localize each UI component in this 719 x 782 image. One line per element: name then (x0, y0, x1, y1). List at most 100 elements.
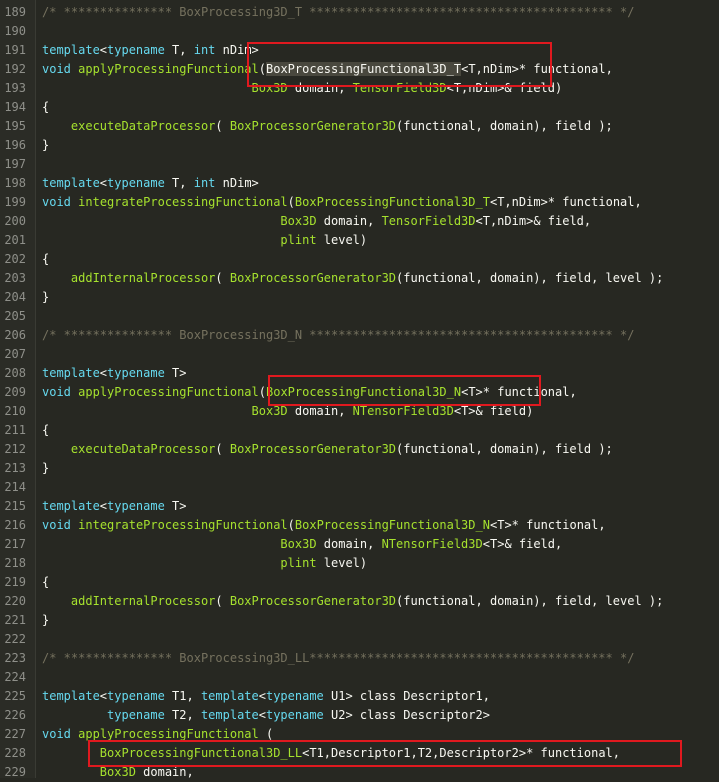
code-token: nDim (215, 176, 252, 190)
code-line: 198 template<typename T, int nDim> (0, 174, 719, 193)
code-editor[interactable]: 189 /* *************** BoxProcessing3D_T … (0, 0, 719, 779)
code-token: template (200, 689, 259, 703)
code-token: T2, (164, 708, 201, 722)
code-token: applyProcessingFunctional (78, 727, 259, 741)
code-token: < (258, 689, 266, 703)
code-text: Box3D domain, NTensorField3D<T>& field) (42, 402, 534, 421)
code-token: BoxProcessingFunctional3D_N (266, 385, 462, 399)
line-number: 221 (4, 613, 26, 627)
code-text: { (42, 98, 49, 117)
code-token: ( (258, 727, 274, 741)
code-token: T, (164, 43, 194, 57)
line-number: 224 (4, 670, 26, 684)
code-token: template (200, 708, 259, 722)
line-number: 225 (4, 689, 26, 703)
line-number: 214 (4, 480, 26, 494)
code-text: { (42, 573, 49, 592)
code-token: level) (316, 556, 368, 570)
code-text: executeDataProcessor( BoxProcessorGenera… (42, 117, 613, 136)
code-token: ( (215, 119, 230, 133)
code-token: addInternalProcessor (70, 271, 216, 285)
code-line: 191 template<typename T, int nDim> (0, 41, 719, 60)
code-token: T1,Descriptor1,T2,Descriptor2 (309, 746, 519, 760)
code-token: Box3D (280, 214, 317, 228)
code-token: > (504, 518, 512, 532)
code-line: 190 (0, 22, 719, 41)
code-token: { (42, 423, 50, 437)
code-text: BoxProcessingFunctional3D_LL<T1,Descript… (42, 744, 620, 763)
code-token: Box3D (280, 537, 317, 551)
code-token: (functional, domain), field ); (396, 442, 613, 456)
line-number: 226 (4, 708, 26, 722)
code-token: typename (107, 689, 165, 703)
code-token: & field) (504, 81, 563, 95)
line-number: 220 (4, 594, 26, 608)
code-text: executeDataProcessor( BoxProcessorGenera… (42, 440, 613, 459)
code-text: addInternalProcessor( BoxProcessorGenera… (42, 592, 663, 611)
code-token: applyProcessingFunctional (78, 62, 259, 76)
code-token: void (42, 385, 71, 399)
code-token: int (193, 176, 216, 190)
code-token: domain, (135, 765, 194, 779)
line-number: 189 (4, 5, 26, 19)
code-token: > (251, 43, 259, 57)
code-token: ( (287, 518, 295, 532)
line-number: 192 (4, 62, 26, 76)
code-line: 217 Box3D domain, NTensorField3D<T>& fie… (0, 535, 719, 554)
line-number: 227 (4, 727, 26, 741)
code-line: 204} (0, 288, 719, 307)
code-text: template<typename T, int nDim> (42, 41, 259, 60)
code-token: T1, (164, 689, 201, 703)
code-token: BoxProcessingFunctional3D_N (294, 518, 490, 532)
code-token: > (251, 176, 259, 190)
code-token: { (42, 252, 50, 266)
code-token: & field, (504, 537, 563, 551)
code-text: void integrateProcessingFunctional(BoxPr… (42, 193, 642, 212)
code-token: ( (287, 195, 295, 209)
code-line: 207 (0, 345, 719, 364)
code-text: Box3D domain, TensorField3D<T,nDim>& fie… (42, 79, 563, 98)
code-text: Box3D domain, TensorField3D<T,nDim>& fie… (42, 212, 591, 231)
code-line: 225 template<typename T1, template<typena… (0, 687, 719, 706)
code-token: /* *************** BoxProcessing3D_T ***… (42, 5, 635, 19)
code-token: BoxProcessingFunctional3D_T (294, 195, 490, 209)
line-number: 199 (4, 195, 26, 209)
code-line: 214 (0, 478, 719, 497)
code-token: > (482, 708, 490, 722)
code-line: 208 template<typename T> (0, 364, 719, 383)
line-number: 211 (4, 423, 26, 437)
code-line: 202 { (0, 250, 719, 269)
code-line: 189 /* *************** BoxProcessing3D_T … (0, 3, 719, 22)
code-token: integrateProcessingFunctional (78, 518, 288, 532)
code-text: /* *************** BoxProcessing3D_LL***… (42, 649, 634, 668)
code-line: 196} (0, 136, 719, 155)
line-number: 209 (4, 385, 26, 399)
line-number: 215 (4, 499, 26, 513)
code-token: T,nDim (482, 214, 527, 228)
code-line: 210 Box3D domain, NTensorField3D<T>& fie… (0, 402, 719, 421)
code-line: 212 executeDataProcessor( BoxProcessorGe… (0, 440, 719, 459)
code-line: 205 (0, 307, 719, 326)
code-token: ( (258, 385, 266, 399)
code-token: { (42, 575, 50, 589)
line-number: 208 (4, 366, 26, 380)
code-token: template (42, 499, 100, 513)
line-number: 213 (4, 461, 26, 475)
code-token: template (42, 43, 100, 57)
code-token: < (99, 689, 108, 703)
code-token: > (518, 746, 527, 760)
code-token: < (453, 404, 462, 418)
line-number: 196 (4, 138, 26, 152)
code-text: template<typename T> (42, 364, 187, 383)
code-token: ( (215, 271, 230, 285)
line-number: 217 (4, 537, 26, 551)
code-token: (functional, domain), field ); (396, 119, 613, 133)
code-line: 229 Box3D domain, (0, 763, 719, 782)
code-token: } (42, 461, 50, 475)
code-token: applyProcessingFunctional (78, 385, 259, 399)
code-token: < (482, 537, 490, 551)
